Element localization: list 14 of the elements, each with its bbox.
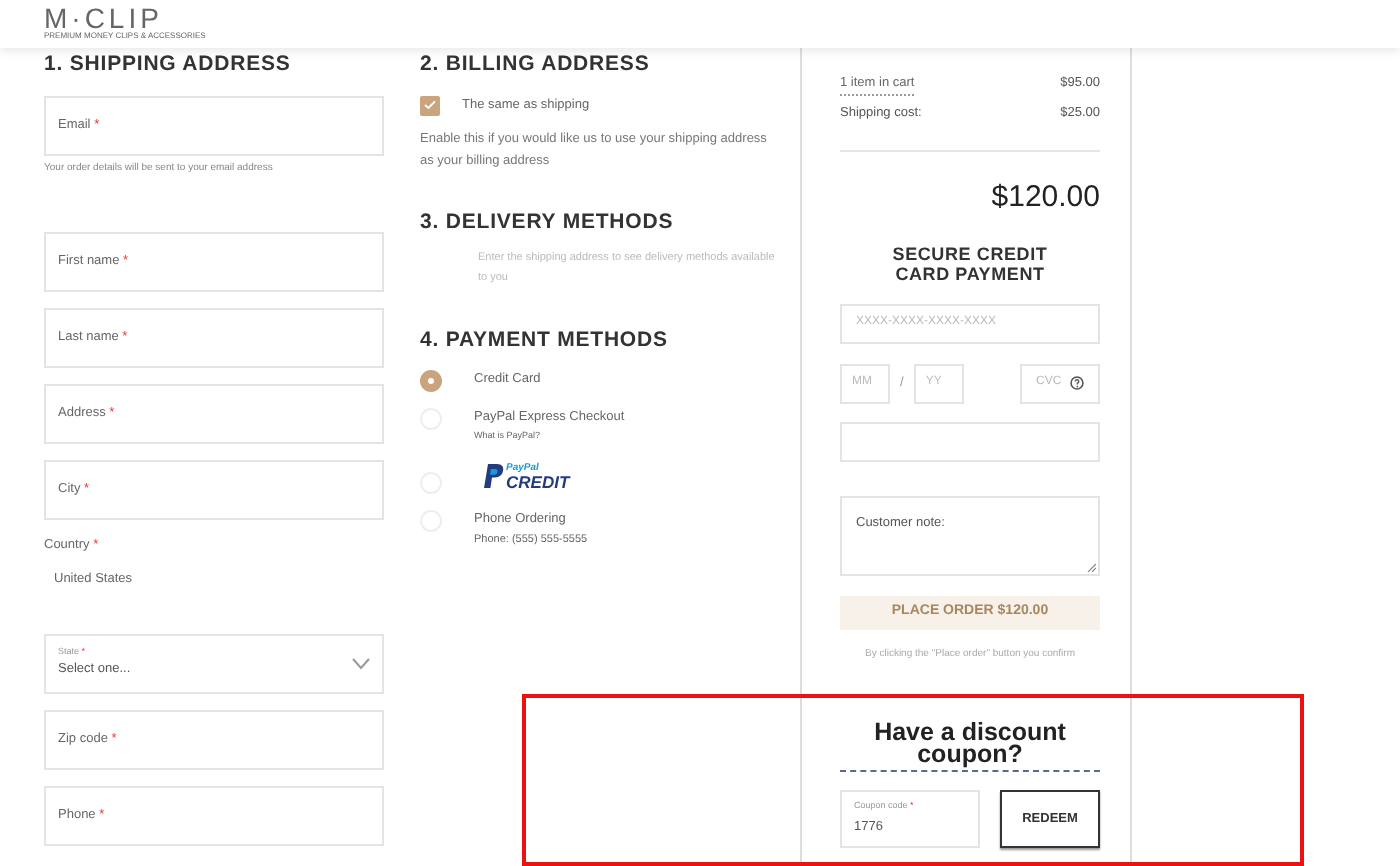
section-heading: 3. DELIVERY METHODS — [420, 209, 674, 235]
logo[interactable]: M·CLIP — [44, 4, 163, 32]
payment-heading: SECURE CREDIT CARD PAYMENT — [890, 243, 1050, 283]
checkbox[interactable] — [420, 95, 440, 116]
radio-button[interactable] — [420, 369, 442, 392]
help-icon[interactable] — [1070, 376, 1084, 390]
section-heading: 1. SHIPPING ADDRESS — [44, 52, 291, 78]
coupon-heading: Have a discount coupon? — [840, 722, 1100, 772]
resize-handle-icon[interactable] — [1086, 561, 1096, 571]
section-heading: 4. PAYMENT METHODS — [420, 328, 668, 354]
order-total: $120.00 — [991, 179, 1100, 215]
input-field[interactable] — [840, 421, 1100, 461]
section-heading: 2. BILLING ADDRESS — [420, 52, 650, 78]
chevron-down-icon — [352, 657, 370, 670]
